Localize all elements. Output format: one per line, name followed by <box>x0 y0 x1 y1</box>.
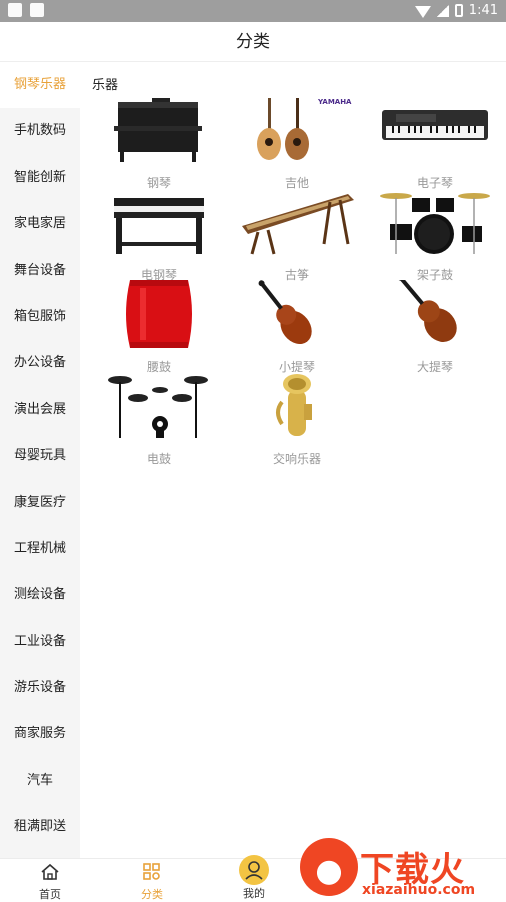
instrument-item-waist-drum[interactable]: 腰鼓 <box>100 280 218 374</box>
flame-logo-icon <box>300 838 358 896</box>
instrument-label: 大提琴 <box>416 360 453 374</box>
image-notification-icon <box>30 3 44 17</box>
tab-category[interactable]: 分类 <box>112 863 192 902</box>
instrument-item-cello[interactable]: 大提琴 <box>376 280 494 374</box>
instrument-label: 电鼓 <box>146 452 171 466</box>
sidebar-item-amusement-equipment[interactable]: 游乐设备 <box>0 665 80 711</box>
home-icon <box>41 863 59 880</box>
category-content: 乐器 钢琴 YAMAHA 吉他 电子琴 电钢琴 古筝 架子鼓 腰鼓 小提琴 大提… <box>80 62 506 858</box>
keyboard-icon <box>382 110 488 140</box>
cello-icon <box>397 280 457 342</box>
instrument-item-drum-kit[interactable]: 架子鼓 <box>376 188 494 282</box>
sidebar-item-industrial-equipment[interactable]: 工业设备 <box>0 619 80 665</box>
instrument-item-piano[interactable]: 钢琴 <box>100 96 218 190</box>
page-title: 分类 <box>0 22 506 62</box>
sidebar-item-rehab-medical[interactable]: 康复医疗 <box>0 480 80 526</box>
upright-piano-icon <box>114 98 202 162</box>
instrument-item-violin[interactable]: 小提琴 <box>238 280 356 374</box>
sidebar-item-rent-promotion[interactable]: 租满即送 <box>0 804 80 850</box>
instrument-item-electronic-drum[interactable]: 电鼓 <box>100 372 218 466</box>
sidebar-item-cars[interactable]: 汽车 <box>0 758 80 804</box>
sidebar-item-piano-instruments[interactable]: 钢琴乐器 <box>0 62 80 109</box>
category-icon <box>143 863 160 880</box>
sidebar-item-engineering-machinery[interactable]: 工程机械 <box>0 526 80 572</box>
watermark-url: xiazaihuo.com <box>362 882 476 898</box>
instrument-item-orchestral[interactable]: 交响乐器 <box>238 372 356 466</box>
digital-piano-icon <box>114 198 204 254</box>
sidebar-item-stage-equipment[interactable]: 舞台设备 <box>0 248 80 294</box>
wifi-icon <box>414 5 431 18</box>
watermark: 下载火 xiazaihuo.com <box>300 838 500 900</box>
sidebar-item-surveying-equipment[interactable]: 测绘设备 <box>0 572 80 618</box>
section-title: 乐器 <box>92 78 119 93</box>
sidebar-item-phones-digital[interactable]: 手机数码 <box>0 108 80 154</box>
sidebar-item-performance-exhibition[interactable]: 演出会展 <box>0 387 80 433</box>
violin-icon <box>258 280 312 345</box>
tuba-icon <box>276 374 312 436</box>
guzheng-icon <box>242 194 354 255</box>
status-left-icons <box>8 3 44 17</box>
sidebar-item-office-equipment[interactable]: 办公设备 <box>0 340 80 386</box>
wechat-notification-icon <box>8 3 22 17</box>
waist-drum-icon <box>126 280 192 348</box>
user-icon <box>239 855 269 885</box>
tab-profile[interactable]: 我的 <box>214 855 294 901</box>
status-right-icons: 1:41 <box>414 3 498 18</box>
guitar-icon: YAMAHA <box>257 98 352 160</box>
drum-kit-icon <box>380 193 490 254</box>
category-sidebar: 钢琴乐器 手机数码 智能创新 家电家居 舞台设备 箱包服饰 办公设备 演出会展 … <box>0 62 80 858</box>
instrument-item-guitar[interactable]: YAMAHA 吉他 <box>238 96 356 190</box>
battery-icon <box>454 4 463 17</box>
sidebar-item-smart-innovation[interactable]: 智能创新 <box>0 155 80 201</box>
instrument-item-keyboard[interactable]: 电子琴 <box>376 96 494 190</box>
status-bar: 1:41 <box>0 0 506 22</box>
status-time: 1:41 <box>468 3 498 18</box>
brand-text: YAMAHA <box>317 98 352 106</box>
electronic-drum-icon <box>108 376 208 438</box>
instrument-item-digital-piano[interactable]: 电钢琴 <box>100 188 218 282</box>
instrument-item-guzheng[interactable]: 古筝 <box>238 188 356 282</box>
sidebar-item-merchant-services[interactable]: 商家服务 <box>0 711 80 757</box>
sidebar-item-baby-toys[interactable]: 母婴玩具 <box>0 433 80 479</box>
instrument-label: 交响乐器 <box>272 452 321 466</box>
sidebar-item-bags-apparel[interactable]: 箱包服饰 <box>0 294 80 340</box>
sidebar-item-home-appliances[interactable]: 家电家居 <box>0 201 80 247</box>
tab-home[interactable]: 首页 <box>10 863 90 902</box>
signal-icon <box>436 4 449 17</box>
tab-label: 我的 <box>243 887 265 900</box>
